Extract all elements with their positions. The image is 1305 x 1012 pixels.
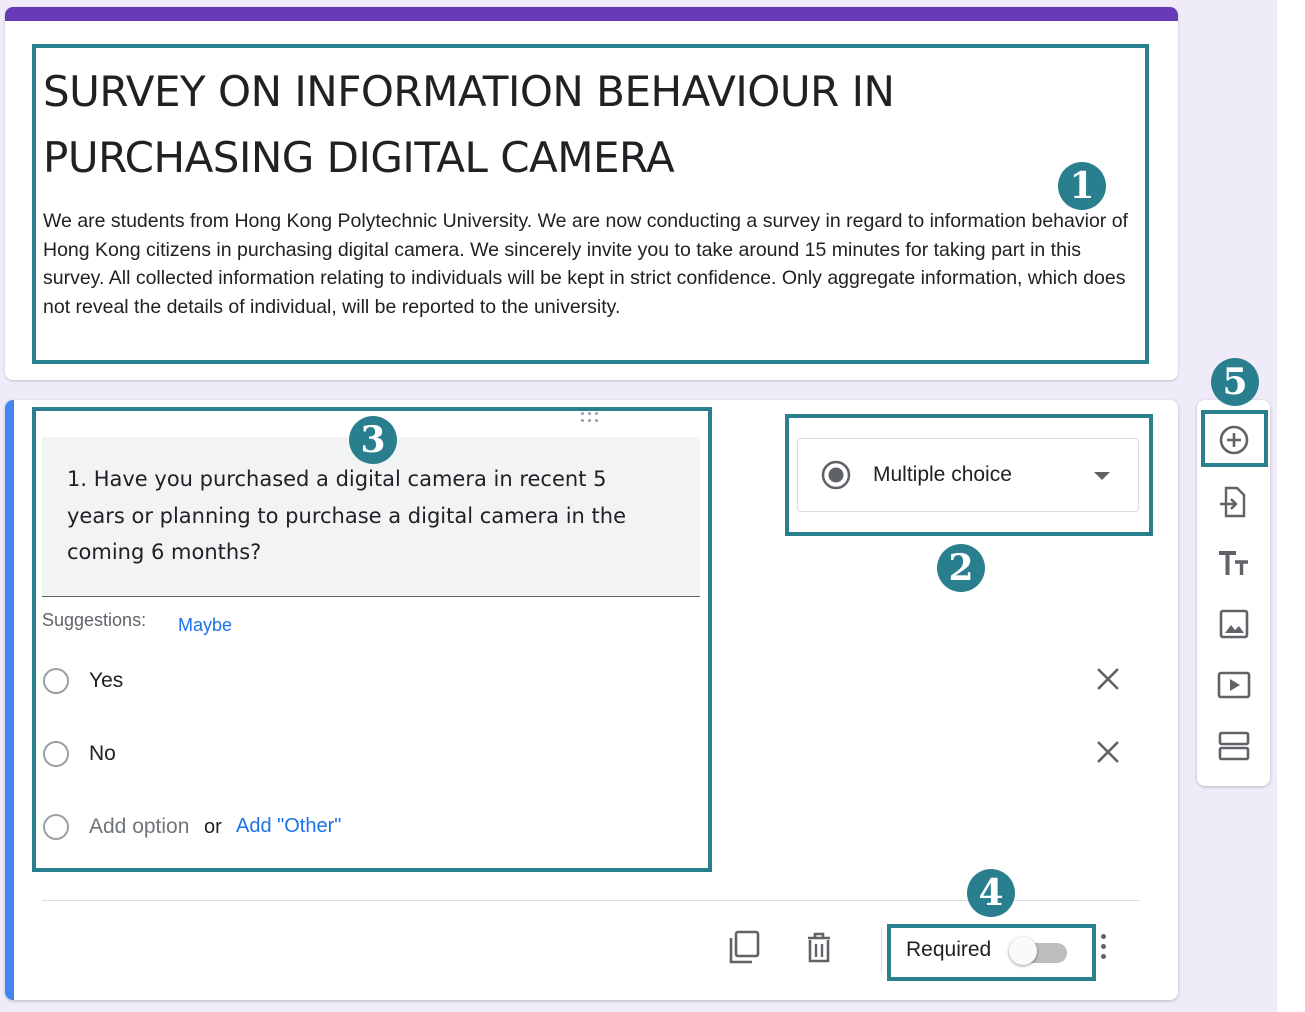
- annotation-box-1: [32, 44, 1149, 364]
- annotation-badge-4: 4: [967, 869, 1015, 917]
- delete-icon[interactable]: [802, 930, 836, 966]
- add-section-icon[interactable]: [1216, 728, 1252, 764]
- annotation-badge-5: 5: [1211, 358, 1259, 406]
- add-video-icon[interactable]: [1216, 667, 1252, 703]
- active-card-indicator: [5, 400, 14, 1000]
- duplicate-icon[interactable]: [727, 930, 761, 966]
- annotation-box-2: [785, 414, 1153, 536]
- import-questions-icon[interactable]: [1216, 484, 1252, 520]
- footer-separator: [881, 927, 882, 973]
- annotation-badge-2: 2: [937, 544, 985, 592]
- annotation-box-4: [887, 924, 1096, 981]
- add-image-icon[interactable]: [1216, 606, 1252, 642]
- annotation-badge-1: 1: [1058, 162, 1106, 210]
- add-title-description-icon[interactable]: [1216, 545, 1252, 581]
- theme-color-bar: [5, 7, 1178, 21]
- annotation-box-3: [32, 407, 712, 872]
- annotation-badge-3: 3: [349, 416, 397, 464]
- remove-option-icon[interactable]: [1091, 735, 1125, 769]
- more-options-icon[interactable]: [1093, 932, 1113, 964]
- remove-option-icon[interactable]: [1091, 662, 1125, 696]
- annotation-box-5: [1201, 410, 1268, 467]
